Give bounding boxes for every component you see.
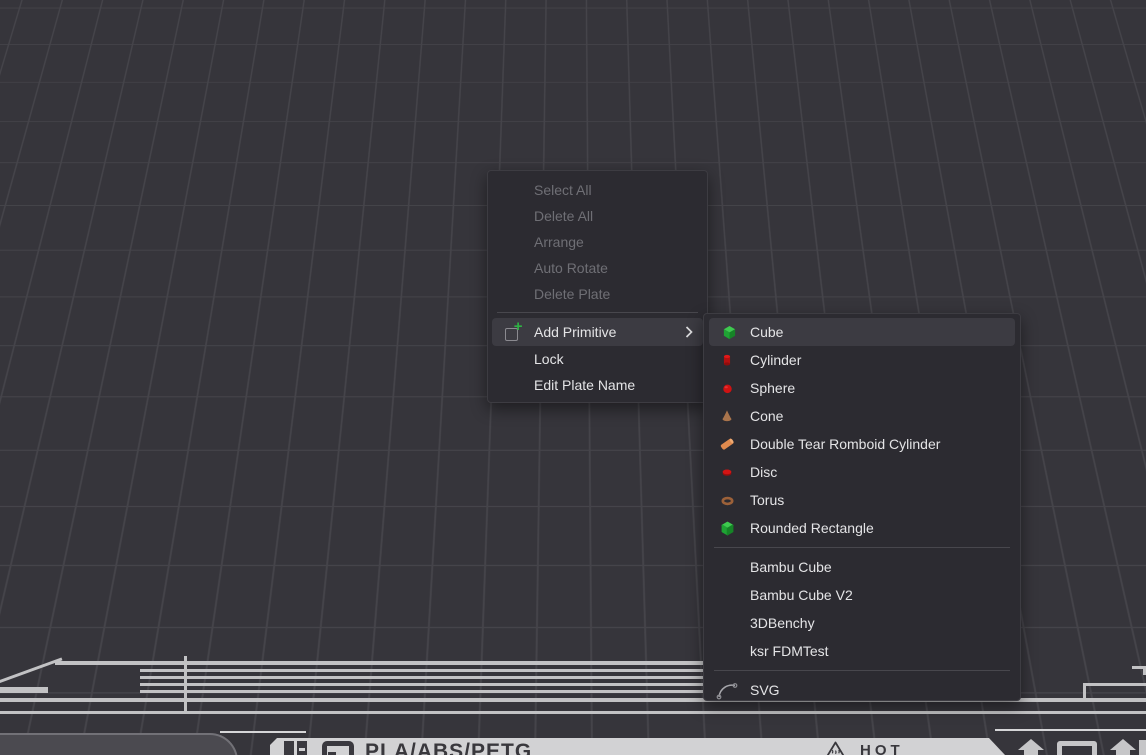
hot-warning: HOT [825, 741, 904, 755]
submenu-item-cone[interactable]: Cone [704, 402, 1020, 430]
submenu-item-disc[interactable]: Disc [704, 458, 1020, 486]
torus-icon [720, 493, 735, 508]
slicer-3d-viewport-screen: { "scene": { "background_color": "#36353… [0, 0, 1146, 755]
menu-item-lock[interactable]: Lock [488, 346, 707, 372]
menu-item-select-all: Select All [488, 177, 707, 203]
plate-edge-line [140, 676, 703, 679]
plate-texture-mark [1139, 740, 1146, 755]
plate-edge-line [55, 661, 703, 665]
menu-item-delete-all: Delete All [488, 203, 707, 229]
plate-edge-line [1083, 683, 1146, 686]
add-primitive-submenu: Cube Cylinder Sphere Cone [703, 313, 1021, 701]
submenu-item-cube[interactable]: Cube [709, 318, 1015, 346]
submenu-item-3dbenchy[interactable]: 3DBenchy [704, 609, 1020, 637]
cone-icon [720, 409, 734, 423]
sphere-icon [721, 382, 734, 395]
menu-item-arrange: Arrange [488, 229, 707, 255]
add-primitive-icon: + [505, 324, 522, 341]
menu-separator [497, 312, 698, 313]
bambu-lab-logo-icon [284, 741, 307, 755]
plate-edge-line [220, 731, 306, 733]
plate-outline-icon [1057, 741, 1097, 755]
plate-edge-line [995, 729, 1146, 731]
warning-triangle-icon [825, 741, 846, 755]
rounded-rectangle-icon [720, 521, 735, 536]
plate-edge-line [140, 669, 703, 672]
hot-warning-text: HOT [860, 742, 904, 755]
submenu-item-svg[interactable]: SVG [704, 676, 1020, 704]
disc-icon [720, 465, 734, 479]
plate-texture-icons [1016, 739, 1138, 755]
menu-item-edit-plate-name[interactable]: Edit Plate Name [488, 372, 707, 398]
plate-context-menu: Select All Delete All Arrange Auto Rotat… [487, 170, 708, 403]
bezier-curve-icon [715, 681, 739, 700]
plate-material-text: PLA/ABS/PETG [365, 740, 532, 755]
plate-edge-line [140, 690, 703, 693]
romboid-cylinder-icon [719, 436, 735, 452]
cube-icon [722, 325, 737, 340]
submenu-item-double-tear-romboid-cylinder[interactable]: Double Tear Romboid Cylinder [704, 430, 1020, 458]
heatbed-corner [0, 733, 238, 755]
plate-edge-line [0, 711, 1146, 714]
arrow-up-icon [1108, 739, 1138, 755]
arrow-up-icon [1016, 739, 1046, 755]
bambu-lab-badge-icon [322, 741, 354, 755]
submenu-item-sphere[interactable]: Sphere [704, 374, 1020, 402]
plate-label-strip: PLA/ABS/PETG HOT [270, 738, 1005, 755]
submenu-item-cylinder[interactable]: Cylinder [704, 346, 1020, 374]
plate-edge-tick [1083, 683, 1086, 700]
submenu-item-rounded-rectangle[interactable]: Rounded Rectangle [704, 514, 1020, 542]
submenu-item-bambu-cube-v2[interactable]: Bambu Cube V2 [704, 581, 1020, 609]
cylinder-icon [720, 353, 734, 367]
submenu-item-ksr-fdmtest[interactable]: ksr FDMTest [704, 637, 1020, 665]
chevron-right-icon [685, 326, 693, 338]
plate-edge-line [140, 683, 703, 686]
menu-item-delete-plate: Delete Plate [488, 281, 707, 307]
plate-edge-line [0, 687, 48, 693]
menu-item-auto-rotate: Auto Rotate [488, 255, 707, 281]
submenu-item-torus[interactable]: Torus [704, 486, 1020, 514]
submenu-separator [714, 547, 1010, 548]
submenu-separator [714, 670, 1010, 671]
submenu-item-bambu-cube[interactable]: Bambu Cube [704, 553, 1020, 581]
plate-edge-tick [184, 656, 187, 712]
menu-item-add-primitive[interactable]: + Add Primitive [492, 318, 703, 346]
